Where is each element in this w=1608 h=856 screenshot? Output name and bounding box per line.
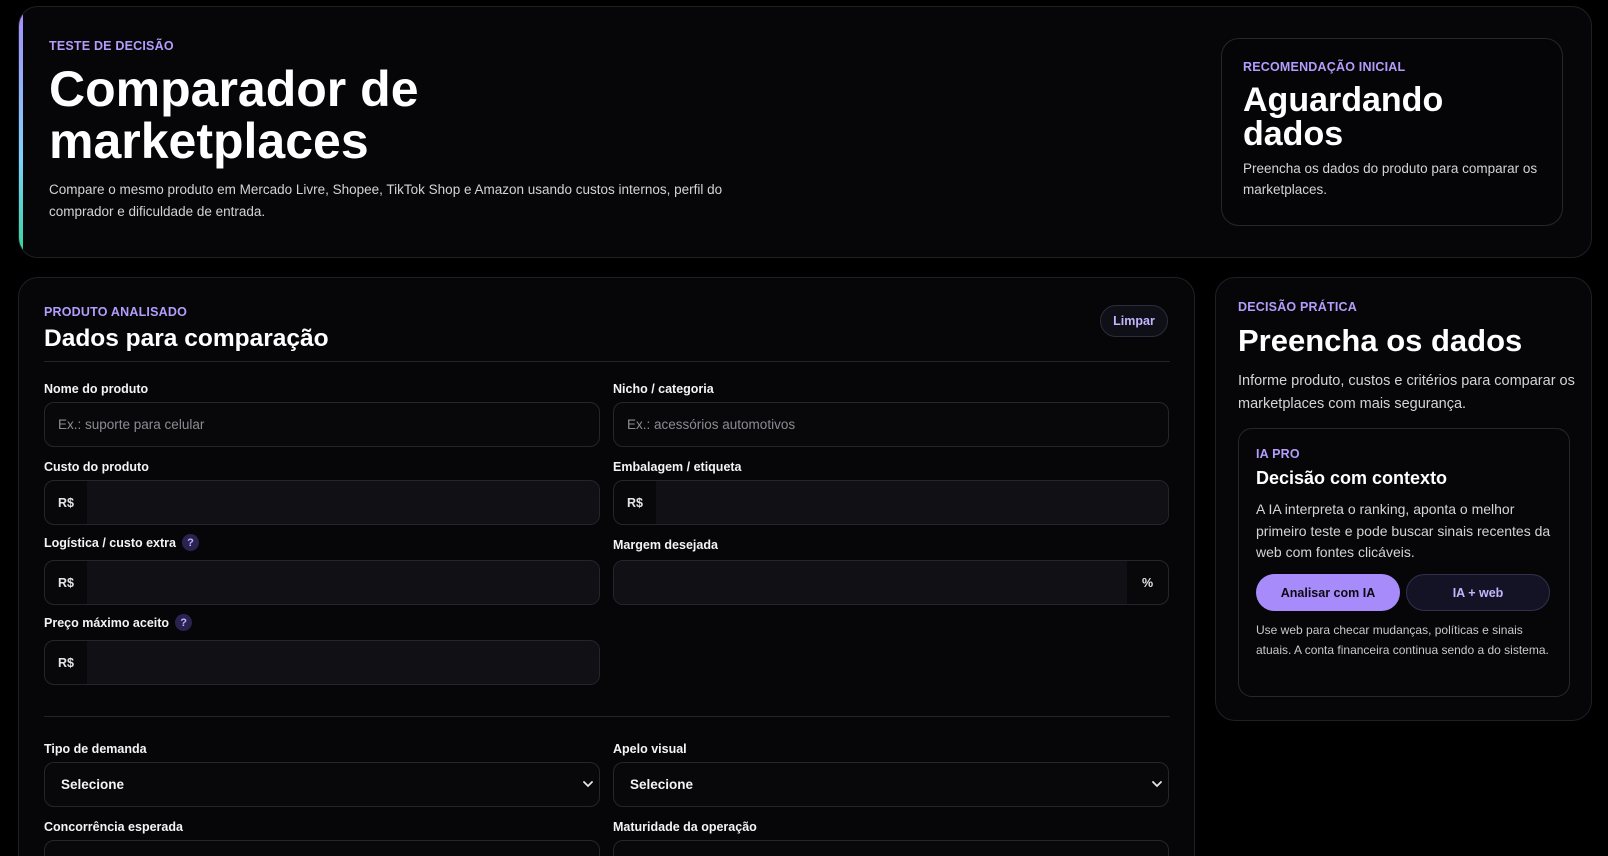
margin-field[interactable] — [614, 561, 1127, 604]
ia-pro-card: IA PRO Decisão com contexto A IA interpr… — [1238, 428, 1570, 697]
product-name-label: Nome do produto — [44, 382, 148, 396]
competition-value: Selecione — [61, 841, 124, 856]
ia-pro-title: Decisão com contexto — [1256, 468, 1448, 488]
form-divider-top — [44, 361, 1170, 362]
maturity-value: Selecione — [630, 841, 693, 856]
max-price-label: Preço máximo aceito ? — [44, 614, 193, 631]
maturity-label: Maturidade da operação — [613, 820, 757, 834]
recommendation-card: RECOMENDAÇÃO INICIAL Aguardando dados Pr… — [1221, 38, 1563, 226]
demand-type-select[interactable]: Selecione — [44, 762, 600, 807]
form-panel: PRODUTO ANALISADO Dados para comparação … — [18, 277, 1195, 856]
product-cost-field[interactable] — [87, 481, 599, 524]
logistics-field[interactable] — [87, 561, 599, 604]
product-name-placeholder: Ex.: suporte para celular — [58, 417, 205, 432]
product-name-input[interactable]: Ex.: suporte para celular — [44, 402, 600, 447]
recommendation-title: Aguardando dados — [1243, 81, 1444, 153]
competition-label: Concorrência esperada — [44, 820, 183, 834]
niche-label-text: Nicho / categoria — [613, 382, 714, 396]
hero-description: Compare o mesmo produto em Mercado Livre… — [49, 182, 723, 219]
decision-eyebrow: DECISÃO PRÁTICA — [1238, 300, 1357, 314]
logistics-label-text: Logística / custo extra — [44, 535, 176, 550]
hero-accent-bar — [19, 7, 23, 257]
currency-prefix: R$ — [627, 495, 643, 510]
hero-eyebrow: TESTE DE DECISÃO — [49, 39, 174, 53]
visual-appeal-label-text: Apelo visual — [613, 742, 687, 756]
ai-web-button[interactable]: IA + web — [1406, 574, 1550, 611]
currency-prefix: R$ — [58, 495, 74, 510]
logistics-label: Logística / custo extra ? — [44, 534, 199, 551]
form-eyebrow: PRODUTO ANALISADO — [44, 305, 187, 319]
product-name-label-text: Nome do produto — [44, 382, 149, 396]
decision-description: Informe produto, custos e critérios para… — [1238, 373, 1575, 412]
clear-button[interactable]: Limpar — [1100, 305, 1168, 337]
product-cost-label: Custo do produto — [44, 460, 149, 474]
max-price-input[interactable]: R$ — [44, 640, 600, 685]
recommendation-description: Preencha os dados do produto para compar… — [1243, 161, 1538, 197]
demand-type-label: Tipo de demanda — [44, 742, 147, 756]
chevron-down-icon — [581, 841, 595, 856]
ia-pro-eyebrow: IA PRO — [1256, 447, 1300, 461]
page-title: Comparador de marketplaces — [49, 61, 419, 169]
competition-select[interactable]: Selecione — [44, 840, 600, 856]
packaging-label-text: Embalagem / etiqueta — [613, 460, 742, 474]
niche-input[interactable]: Ex.: acessórios automotivos — [613, 402, 1169, 447]
packaging-label: Embalagem / etiqueta — [613, 460, 742, 474]
form-title: Dados para comparação — [44, 325, 329, 352]
packaging-field[interactable] — [656, 481, 1168, 524]
analyze-ai-button[interactable]: Analisar com IA — [1256, 574, 1400, 611]
currency-prefix: R$ — [58, 655, 74, 670]
chevron-down-icon — [1150, 763, 1164, 806]
margin-label-text: Margem desejada — [613, 538, 718, 552]
maturity-select[interactable]: Selecione — [613, 840, 1169, 856]
hero-panel: TESTE DE DECISÃO Comparador de marketpla… — [18, 6, 1592, 258]
decision-title: Preencha os dados — [1238, 323, 1523, 358]
decision-panel: DECISÃO PRÁTICA Preencha os dados Inform… — [1215, 277, 1592, 721]
visual-appeal-select[interactable]: Selecione — [613, 762, 1169, 807]
help-icon[interactable]: ? — [175, 614, 193, 631]
product-cost-input[interactable]: R$ — [44, 480, 600, 525]
product-cost-label-text: Custo do produto — [44, 460, 149, 474]
form-divider-mid — [44, 716, 1170, 717]
maturity-label-text: Maturidade da operação — [613, 820, 757, 834]
percent-suffix: % — [1141, 575, 1154, 590]
visual-appeal-value: Selecione — [630, 777, 694, 792]
max-price-label-text: Preço máximo aceito — [44, 615, 170, 630]
chevron-down-icon — [581, 763, 595, 806]
currency-prefix: R$ — [58, 575, 74, 590]
ia-pro-description: A IA interpreta o ranking, aponta o melh… — [1256, 501, 1551, 560]
help-icon[interactable]: ? — [181, 534, 199, 551]
demand-type-value: Selecione — [61, 777, 125, 792]
niche-label: Nicho / categoria — [613, 382, 714, 396]
ia-pro-note: Use web para checar mudanças, políticas … — [1256, 623, 1549, 657]
competition-label-text: Concorrência esperada — [44, 820, 183, 834]
margin-label: Margem desejada — [613, 538, 718, 552]
recommendation-eyebrow: RECOMENDAÇÃO INICIAL — [1243, 60, 1406, 74]
niche-placeholder: Ex.: acessórios automotivos — [627, 417, 796, 432]
packaging-input[interactable]: R$ — [613, 480, 1169, 525]
logistics-input[interactable]: R$ — [44, 560, 600, 605]
chevron-down-icon — [1150, 841, 1164, 856]
max-price-field[interactable] — [87, 641, 599, 684]
demand-type-label-text: Tipo de demanda — [44, 742, 147, 756]
visual-appeal-label: Apelo visual — [613, 742, 687, 756]
margin-input[interactable]: % — [613, 560, 1169, 605]
